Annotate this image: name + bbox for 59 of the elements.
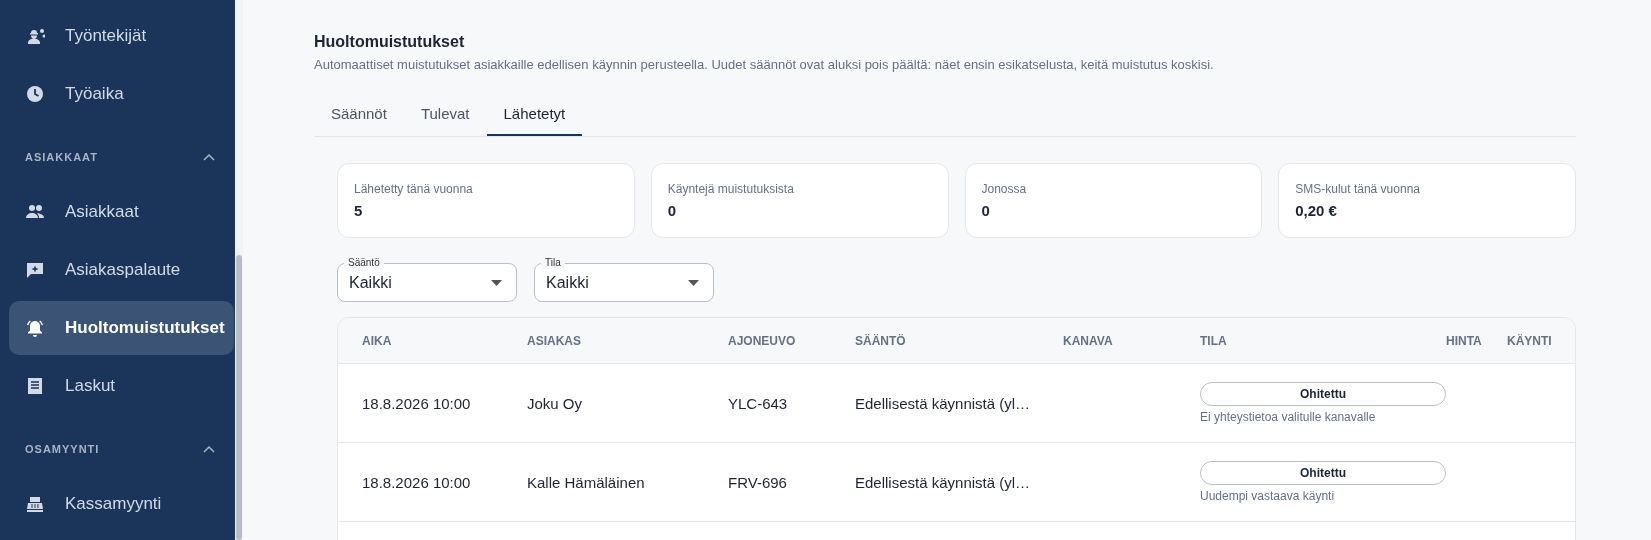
status-note: Uudempi vastaava käynti bbox=[1200, 489, 1335, 503]
chevron-icon[interactable] bbox=[203, 153, 215, 161]
status-badge: Ohitettu bbox=[1200, 382, 1446, 406]
table-cell-text: Joku Oy bbox=[526, 394, 584, 412]
table-row[interactable]: 18.8.2026 10:00 Joku Oy YLC-643 Edellisestä käynnistä (yl… Ohitettu Ei yhteystietoa valitulle kanavalle bbox=[338, 364, 1575, 443]
stat-label: Lähetetty tänä vuonna bbox=[354, 182, 474, 196]
tab[interactable]: Säännöt bbox=[314, 92, 404, 136]
nav-icon bbox=[25, 318, 45, 338]
table-cell-text: FRV-696 bbox=[727, 473, 788, 491]
nav-icon bbox=[25, 494, 45, 514]
table-row[interactable]: 18.8.2026 10:00 Kalle Hämäläinen FRV-696 Edellisestä käynnistä (yl… Ohitettu Uudempi vastaava käynti bbox=[338, 443, 1575, 522]
sidebar-item[interactable]: Huoltomuistutukset bbox=[9, 301, 234, 355]
sidebar-item[interactable]: Kassamyynti bbox=[9, 477, 234, 531]
column-header: SÄÄNTÖ bbox=[854, 333, 907, 348]
page-title: Huoltomuistutukset bbox=[314, 33, 466, 51]
table-cell-text: Edellisestä käynnistä (yl… bbox=[854, 394, 1032, 412]
sidebar-item[interactable]: Työntekijät bbox=[9, 9, 234, 63]
tab[interactable]: Lähetetyt bbox=[486, 92, 583, 136]
filter-dropdown[interactable]: Sääntö Kaikki bbox=[337, 256, 517, 302]
table-cell-text: YLC-643 bbox=[727, 394, 789, 412]
filter-dropdown[interactable]: Tila Kaikki bbox=[534, 256, 714, 302]
table-cell-text: Kalle Hämäläinen bbox=[526, 473, 646, 491]
chevron-icon[interactable] bbox=[203, 445, 215, 453]
table-cell-text: 18.8.2026 10:00 bbox=[361, 473, 472, 491]
stat-value: 0,20 € bbox=[1295, 202, 1338, 219]
column-header: KÄYNTI bbox=[1507, 333, 1553, 348]
column-header: KANAVA bbox=[1062, 333, 1114, 348]
nav-icon bbox=[25, 260, 45, 280]
stat-value: 0 bbox=[667, 202, 678, 219]
scrollbar[interactable] bbox=[235, 0, 243, 540]
tab[interactable]: Tulevat bbox=[403, 92, 487, 136]
stat-value: 5 bbox=[354, 202, 364, 219]
column-header: TILA bbox=[1199, 333, 1228, 348]
caret-icon bbox=[688, 279, 699, 286]
stat-value: 0 bbox=[981, 202, 991, 219]
sidebar-item[interactable]: Asiakaspalaute bbox=[9, 243, 234, 297]
sidebar-item[interactable]: Asiakkaat bbox=[9, 185, 234, 239]
stat-label: SMS-kulut tänä vuonna bbox=[1295, 182, 1421, 196]
status-note: Ei yhteystietoa valitulle kanavalle bbox=[1200, 410, 1376, 424]
nav-icon bbox=[25, 84, 45, 104]
nav-icon bbox=[25, 376, 45, 396]
sidebar-item[interactable]: Laskut bbox=[9, 359, 234, 413]
column-header: ASIAKAS bbox=[526, 333, 582, 348]
caret-icon bbox=[491, 279, 502, 286]
column-header: HINTA bbox=[1446, 333, 1483, 348]
table-cell-text: Edellisestä käynnistä (yl… bbox=[854, 473, 1032, 491]
sidebar-item[interactable]: Työaika bbox=[9, 67, 234, 121]
nav-icon bbox=[25, 26, 45, 46]
column-header: AIKA bbox=[361, 333, 393, 348]
section-heading: ASIAKKAAT bbox=[25, 151, 98, 163]
column-header: AJONEUVO bbox=[727, 333, 797, 348]
section-heading: OSAMYYNTI bbox=[25, 443, 100, 455]
page-description: Automaattiset muistutukset asiakkaille edellisen käynnin perusteella. Uudet säännöt ovat aluksi pois päältä: näet ensin esikatselusta, keitä muistutus koskisi. bbox=[314, 57, 1215, 72]
stat-label: Jonossa bbox=[981, 182, 1028, 196]
field-label: Tila bbox=[541, 257, 565, 269]
field-label: Sääntö bbox=[344, 257, 384, 269]
status-badge: Ohitettu bbox=[1200, 461, 1446, 485]
stat-label: Käyntejä muistutuksista bbox=[667, 182, 795, 196]
table-cell-text: 18.8.2026 10:00 bbox=[361, 394, 472, 412]
